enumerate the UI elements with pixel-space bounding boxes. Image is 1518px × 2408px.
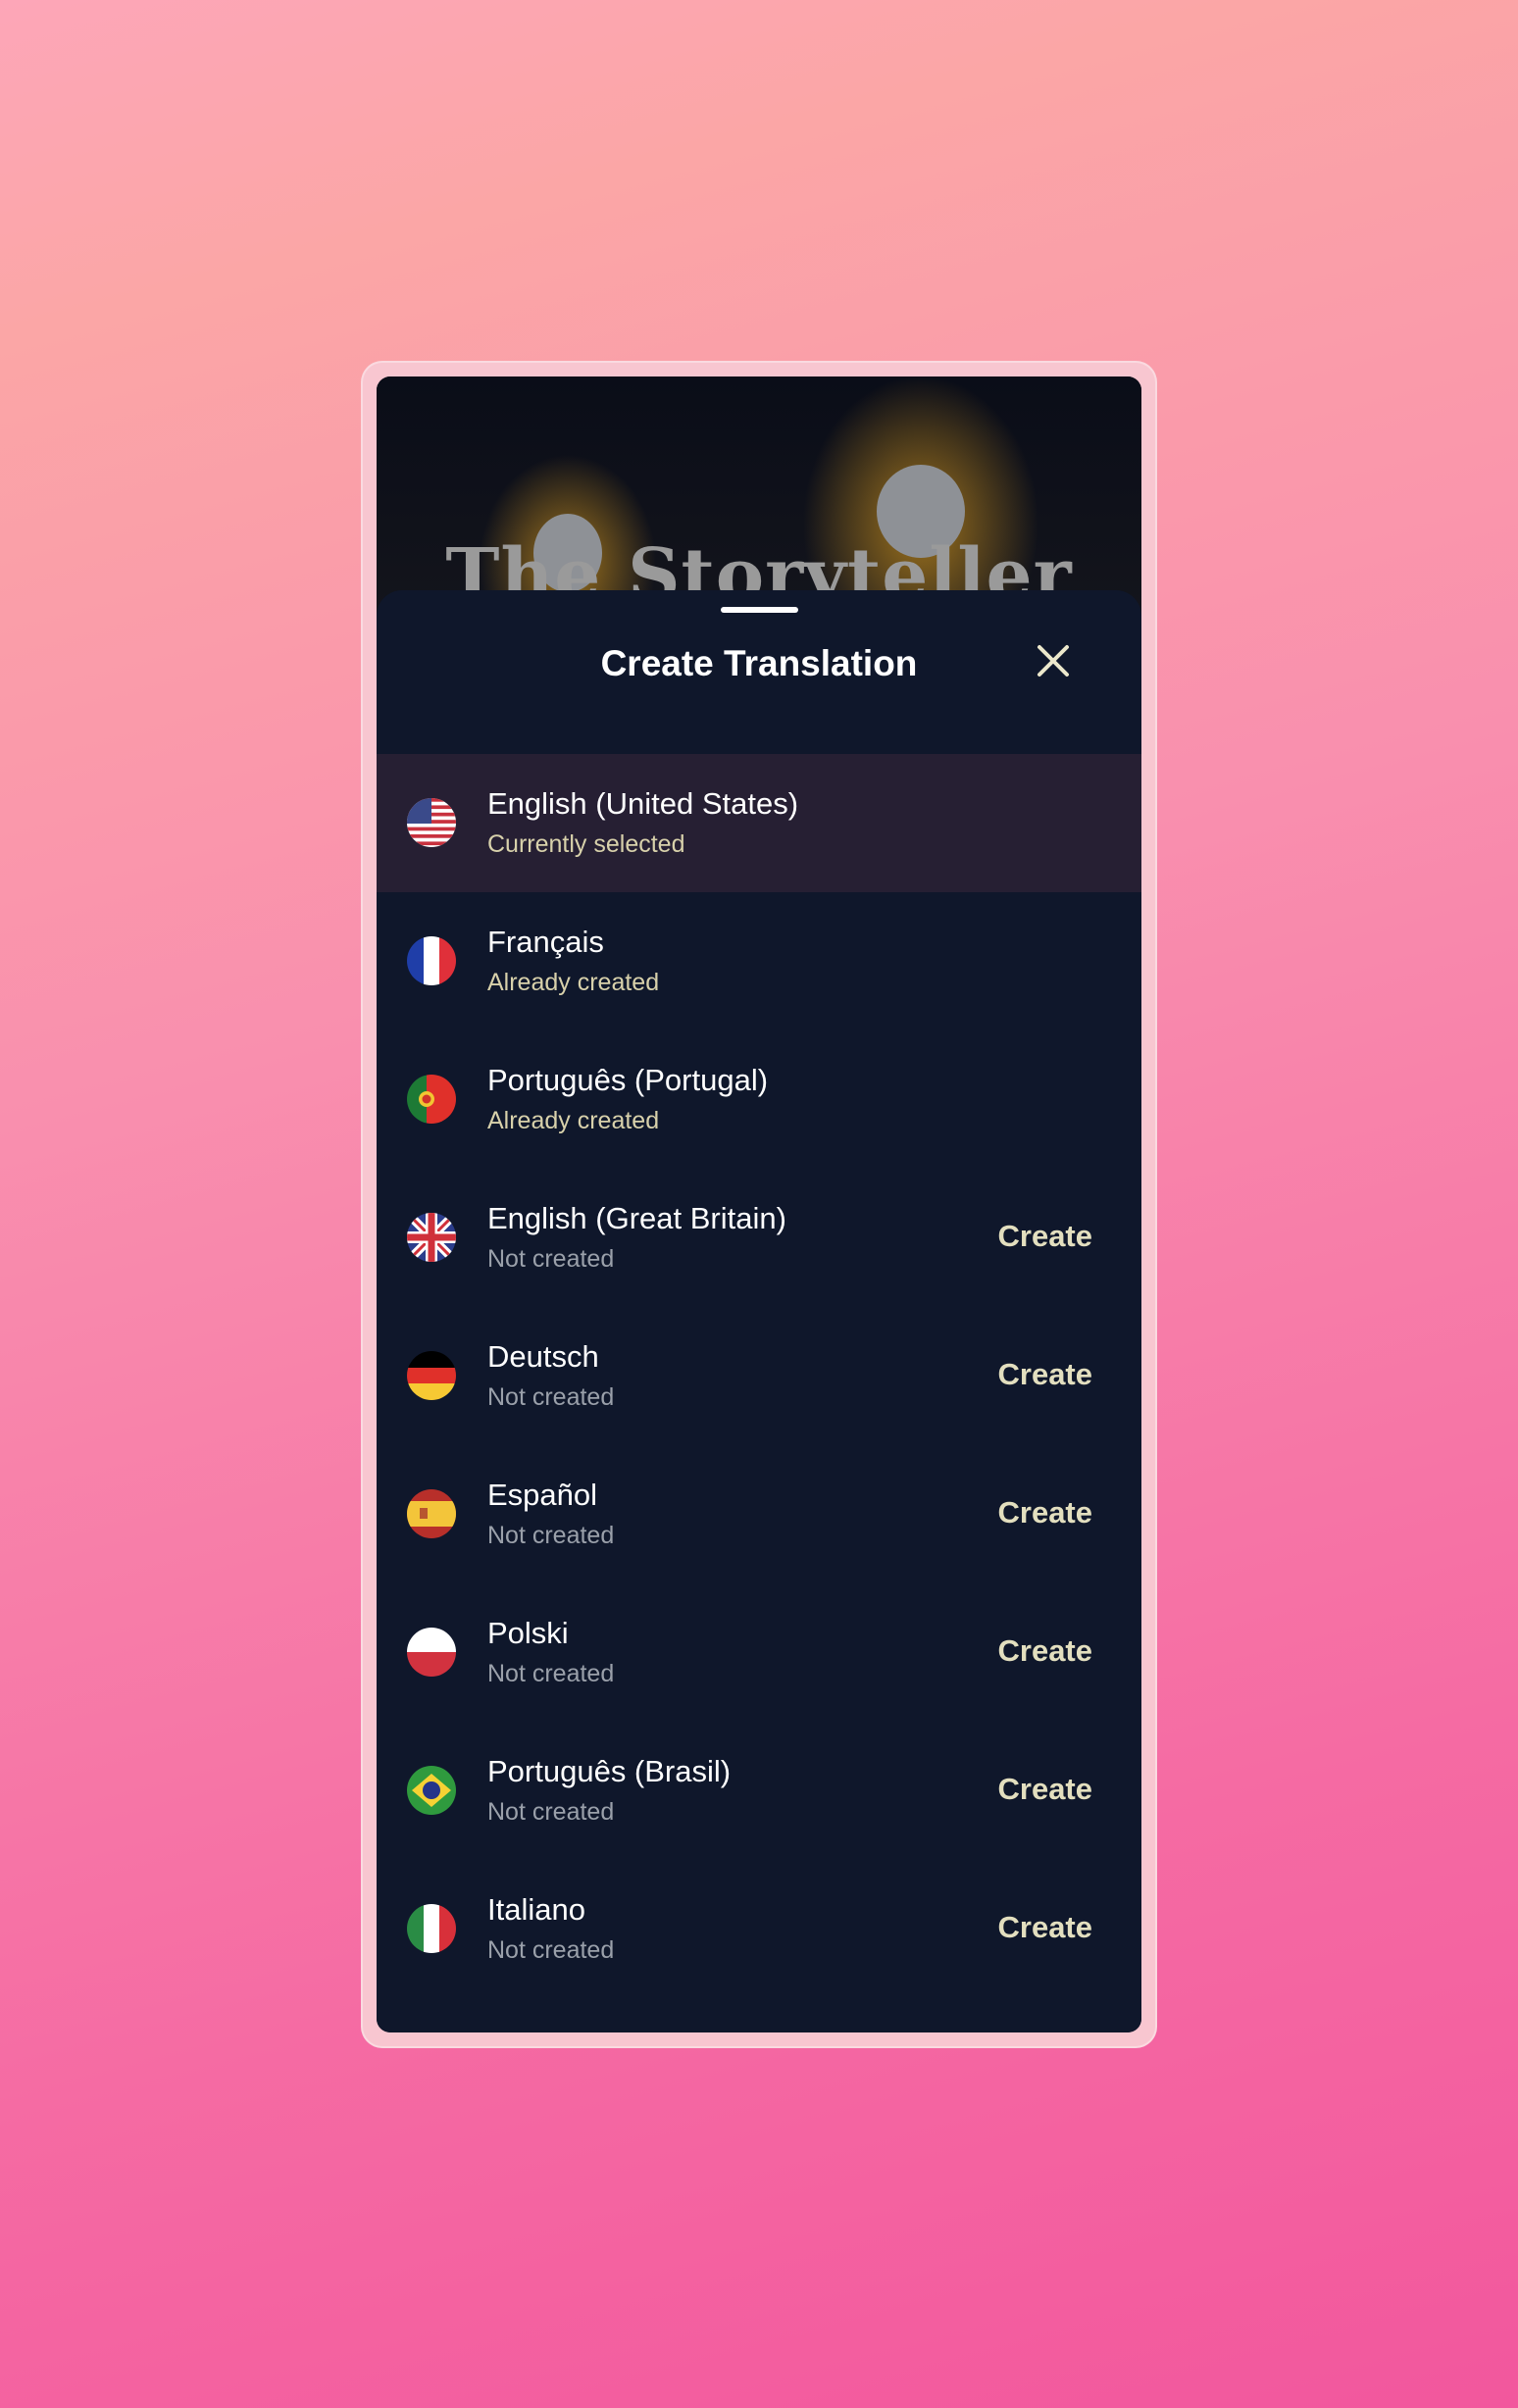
language-name: Deutsch	[487, 1339, 599, 1374]
brazil-flag-icon	[407, 1766, 456, 1815]
france-flag-icon	[407, 936, 456, 985]
language-status: Not created	[487, 1798, 615, 1826]
create-button[interactable]: Create	[998, 1910, 1093, 1945]
italy-flag-icon	[407, 1904, 456, 1953]
uk-flag-icon	[407, 1213, 456, 1262]
germany-flag-icon	[407, 1351, 456, 1400]
language-status: Not created	[487, 1522, 615, 1549]
create-translation-sheet: Create Translation English (United State…	[377, 590, 1141, 2032]
drag-handle[interactable]	[721, 607, 798, 613]
us-flag-icon	[407, 798, 456, 847]
create-button[interactable]: Create	[998, 1772, 1093, 1807]
language-list: English (United States) Currently select…	[377, 754, 1141, 1998]
language-status: Already created	[487, 969, 660, 996]
language-row-gb[interactable]: English (Great Britain) Not created Crea…	[377, 1169, 1141, 1307]
poland-flag-icon	[407, 1628, 456, 1677]
language-name: Português (Portugal)	[487, 1063, 769, 1097]
language-row-es[interactable]: Español Not created Create	[377, 1445, 1141, 1583]
language-row-pt[interactable]: Português (Portugal) Already created	[377, 1030, 1141, 1169]
app-screen: The Storyteller Create Translation Engli…	[377, 376, 1141, 2032]
create-button[interactable]: Create	[998, 1357, 1093, 1392]
language-status: Not created	[487, 1660, 615, 1687]
language-row-us[interactable]: English (United States) Currently select…	[377, 754, 1141, 892]
language-status: Not created	[487, 1245, 615, 1273]
language-name: Italiano	[487, 1892, 585, 1927]
language-name: Polski	[487, 1616, 569, 1650]
create-button[interactable]: Create	[998, 1633, 1093, 1669]
language-row-fr[interactable]: Français Already created	[377, 892, 1141, 1030]
create-button[interactable]: Create	[998, 1219, 1093, 1254]
create-button[interactable]: Create	[998, 1495, 1093, 1530]
language-row-it[interactable]: Italiano Not created Create	[377, 1860, 1141, 1998]
language-status: Currently selected	[487, 830, 685, 858]
spain-flag-icon	[407, 1489, 456, 1538]
language-status: Already created	[487, 1107, 660, 1134]
portugal-flag-icon	[407, 1075, 456, 1124]
language-name: Español	[487, 1478, 598, 1512]
device-frame: The Storyteller Create Translation Engli…	[361, 361, 1157, 2048]
close-button[interactable]	[1032, 639, 1075, 682]
sheet-title: Create Translation	[600, 643, 918, 683]
language-row-de[interactable]: Deutsch Not created Create	[377, 1307, 1141, 1445]
language-name: English (Great Britain)	[487, 1201, 786, 1235]
language-name: Français	[487, 925, 604, 959]
language-row-pl[interactable]: Polski Not created Create	[377, 1583, 1141, 1722]
close-icon	[1037, 645, 1069, 677]
language-status: Not created	[487, 1936, 615, 1964]
language-row-br[interactable]: Português (Brasil) Not created Create	[377, 1722, 1141, 1860]
language-status: Not created	[487, 1383, 615, 1411]
language-name: English (United States)	[487, 786, 799, 821]
language-name: Português (Brasil)	[487, 1754, 732, 1788]
